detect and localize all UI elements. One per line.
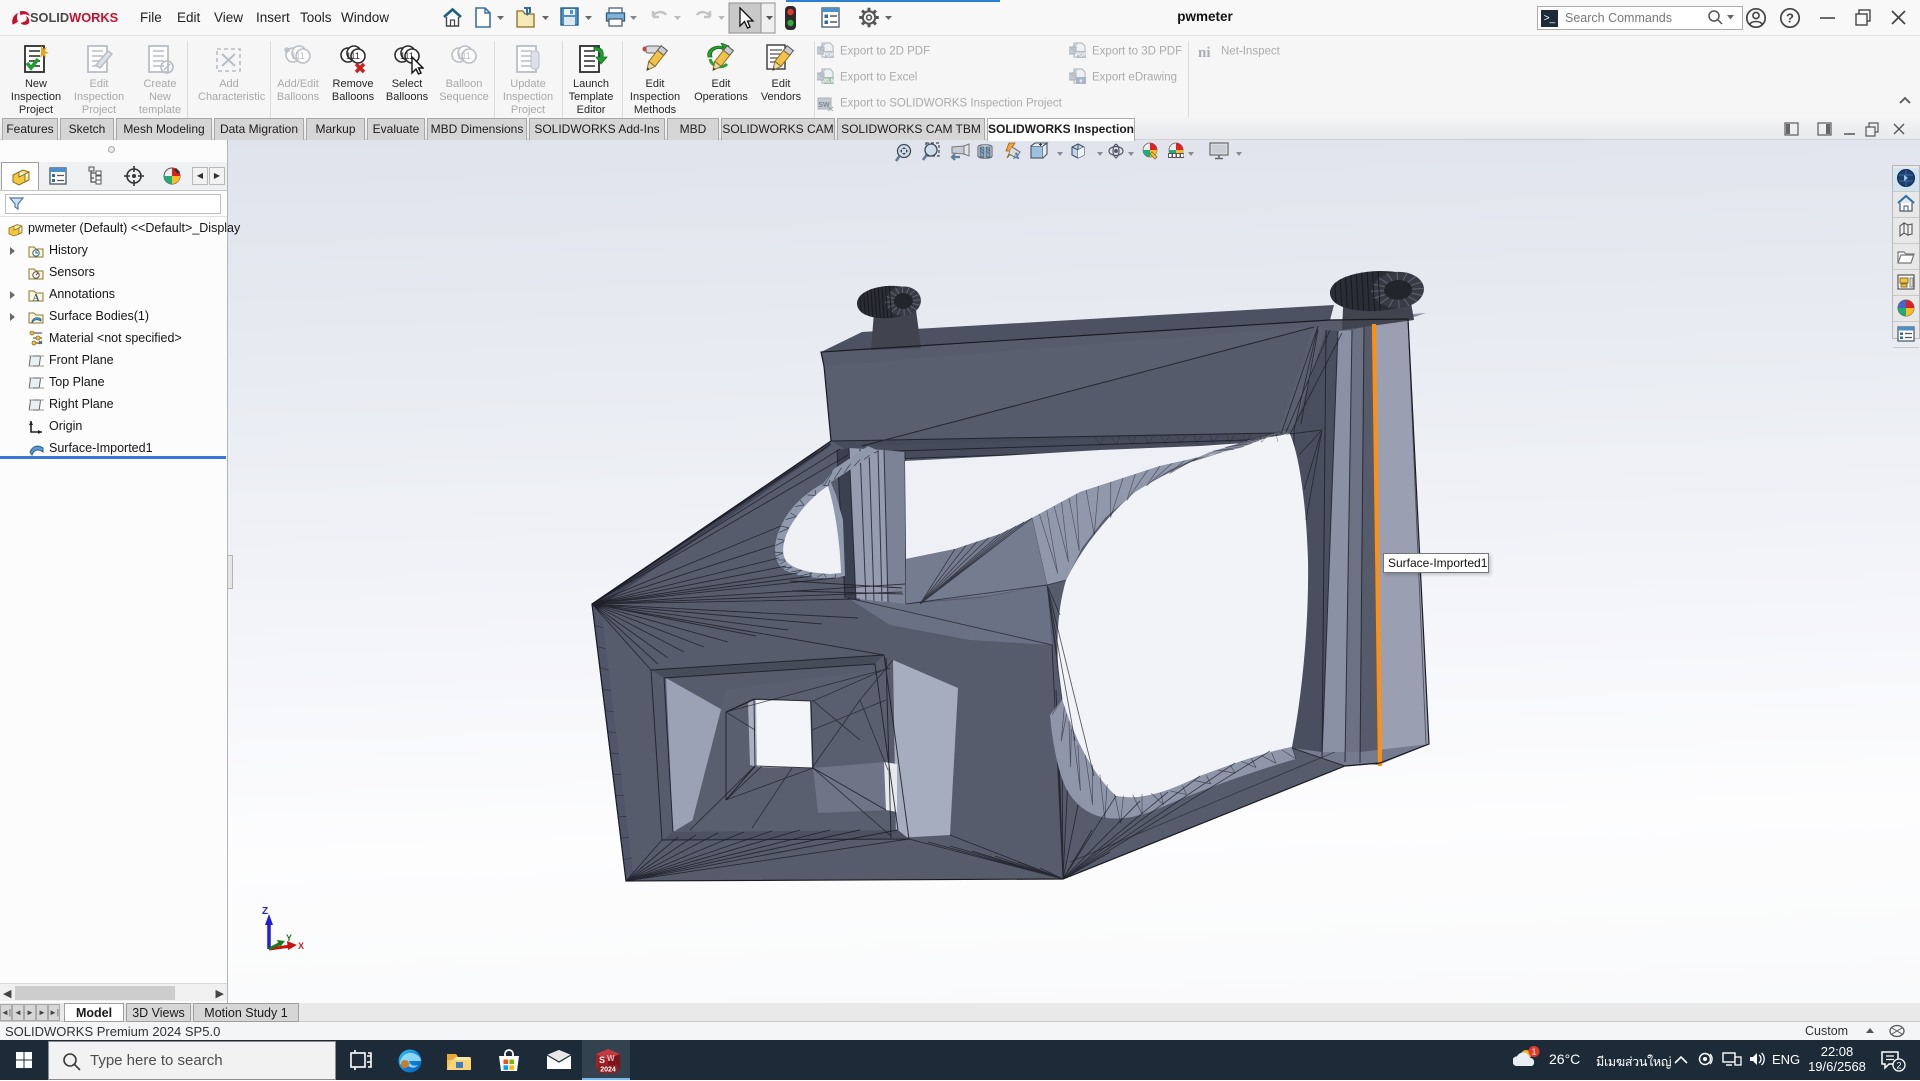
svg-text:X: X xyxy=(298,941,304,951)
svg-text:2: 2 xyxy=(1896,1061,1901,1071)
svg-text:1: 1 xyxy=(1532,1047,1537,1057)
svg-text:S: S xyxy=(599,1055,605,1065)
svg-text:A: A xyxy=(33,293,40,303)
svg-text:2024: 2024 xyxy=(600,1067,616,1074)
svg-text:W: W xyxy=(607,1054,615,1063)
svg-text:Y: Y xyxy=(286,933,292,943)
svg-text:Z: Z xyxy=(262,906,268,917)
svg-text:A: A xyxy=(1013,151,1020,161)
